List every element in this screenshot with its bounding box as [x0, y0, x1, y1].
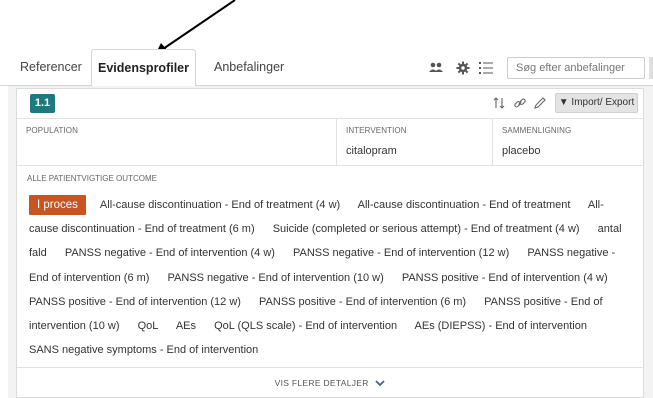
outcome-item[interactable]: PANSS positive - End of intervention (12… — [29, 296, 241, 308]
show-more-details-button[interactable]: VIS FLERE DETALJER — [17, 367, 643, 398]
outcome-item[interactable]: All-cause discontinuation - End of treat… — [358, 199, 571, 211]
question-number-badge: 1.1 — [30, 94, 55, 113]
tabs-bar: Referencer Evidensprofiler Anbefalinger — [0, 49, 653, 87]
outcome-item[interactable]: PANSS negative - End of intervention (10… — [168, 272, 384, 284]
question-header: 1.1 ▼ Import/ Export — [17, 89, 643, 119]
users-icon[interactable] — [428, 60, 444, 76]
intervention-label: INTERVENTION — [346, 126, 407, 135]
sort-icon[interactable] — [492, 96, 506, 110]
outcome-item[interactable]: QoL (QLS scale) - End of intervention — [214, 320, 397, 332]
list-icon[interactable] — [478, 60, 494, 76]
outcomes-list: I proces All-cause discontinuation - End … — [29, 193, 633, 362]
outcome-item[interactable]: PANSS positive - End of intervention (4 … — [402, 272, 608, 284]
edit-icon[interactable] — [533, 96, 547, 110]
outcome-item[interactable]: AEs (DIEPSS) - End of intervention — [415, 320, 587, 332]
pico-row: POPULATION INTERVENTION citalopram SAMME… — [17, 119, 643, 166]
intervention-value: citalopram — [346, 145, 397, 157]
outcome-item[interactable]: PANSS negative - End of intervention (4 … — [65, 247, 275, 259]
outcomes-label: ALLE PATIENTVIGTIGE OUTCOME — [27, 174, 157, 183]
outcome-item[interactable]: Suicide (completed or serious attempt) -… — [273, 223, 580, 235]
outcome-item[interactable]: PANSS negative - End of intervention (12… — [293, 247, 509, 259]
import-export-button[interactable]: ▼ Import/ Export — [555, 93, 638, 113]
intervention-cell[interactable]: INTERVENTION citalopram — [336, 119, 492, 166]
status-badge: I proces — [29, 195, 86, 215]
question-card: 1.1 ▼ Import/ Export POPULATION INTERVEN… — [16, 88, 644, 398]
population-label: POPULATION — [26, 126, 78, 135]
outcome-item[interactable]: SANS negative symptoms - End of interven… — [29, 344, 258, 356]
tab-anbefalinger[interactable]: Anbefalinger — [214, 49, 284, 86]
tab-evidensprofiler[interactable]: Evidensprofiler — [91, 49, 196, 87]
outcome-item[interactable]: PANSS positive - End of intervention (6 … — [259, 296, 466, 308]
outcome-item[interactable]: All-cause discontinuation - End of treat… — [100, 199, 340, 211]
chevron-down-icon — [375, 380, 385, 387]
comparison-cell[interactable]: SAMMENLIGNING placebo — [492, 119, 643, 166]
comparison-label: SAMMENLIGNING — [502, 126, 572, 135]
search-input[interactable] — [507, 57, 645, 79]
search-button-edge[interactable] — [649, 57, 653, 79]
gear-icon[interactable] — [455, 60, 471, 76]
outcome-item[interactable]: QoL — [138, 320, 159, 332]
comparison-value: placebo — [502, 145, 541, 157]
outcome-item[interactable]: AEs — [176, 320, 196, 332]
link-icon[interactable] — [513, 96, 527, 110]
tab-referencer[interactable]: Referencer — [20, 49, 82, 86]
show-more-label: VIS FLERE DETALJER — [274, 378, 369, 388]
population-cell[interactable]: POPULATION — [17, 119, 336, 166]
